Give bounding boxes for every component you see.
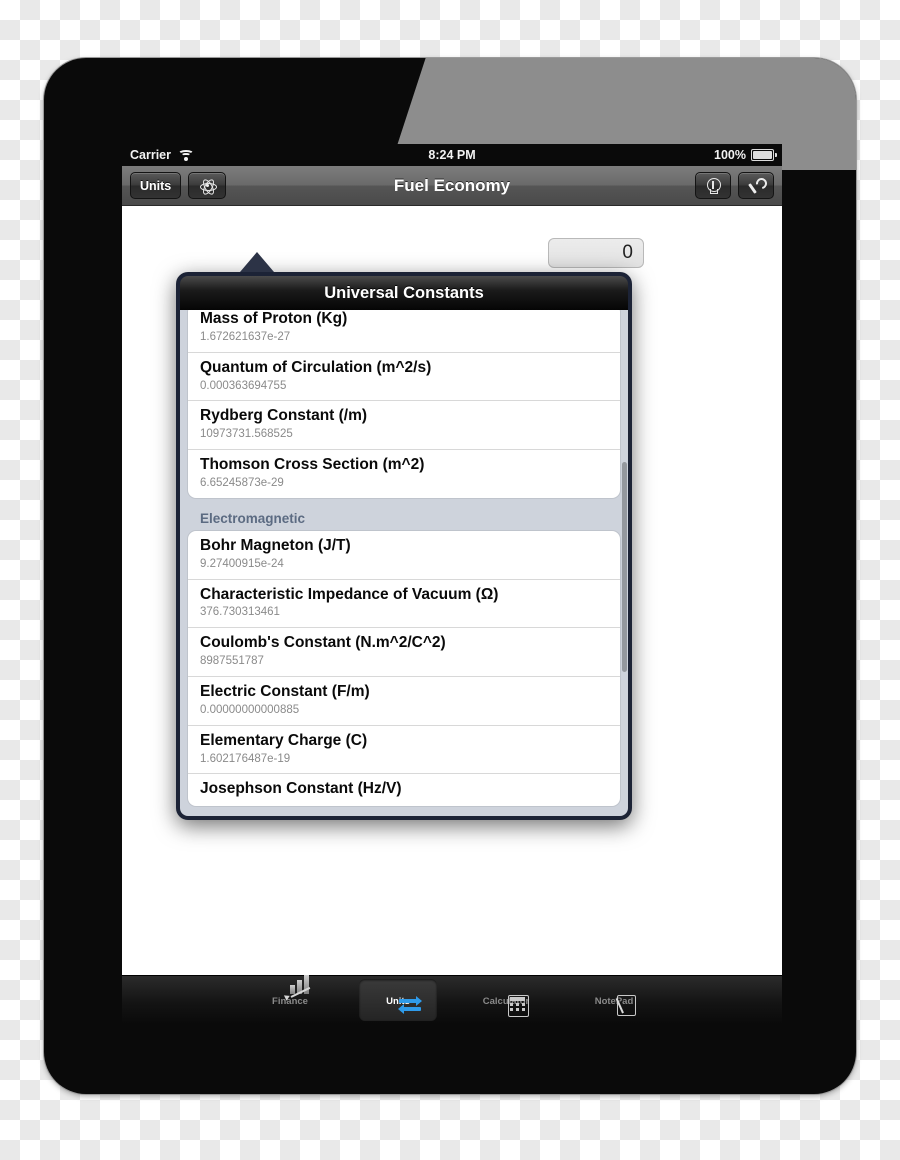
status-bar-right: 100%: [714, 148, 777, 162]
status-bar-clock: 8:24 PM: [428, 148, 476, 162]
constant-label: Characteristic Impedance of Vacuum (Ω): [200, 585, 499, 603]
constant-row[interactable]: Mass of Proton (Kg) 1.672621637e-27: [188, 310, 620, 353]
constant-label: Bohr Magneton (J/T): [200, 536, 351, 554]
value-input[interactable]: 0: [548, 238, 644, 268]
constant-value: 1.672621637e-27: [200, 330, 291, 343]
status-bar: Carrier 8:24 PM 100%: [122, 144, 782, 166]
scrollbar-track[interactable]: [621, 312, 628, 814]
constant-row[interactable]: Elementary Charge (C) 1.602176487e-19: [188, 726, 620, 775]
popover-title: Universal Constants: [324, 283, 484, 302]
constant-value: 376.730313461: [200, 606, 280, 619]
constant-row[interactable]: Electric Constant (F/m) 0.00000000000885: [188, 677, 620, 726]
constant-value: 8987551787: [200, 655, 264, 668]
constant-label: Thomson Cross Section (m^2): [200, 456, 425, 474]
constants-scroll-area[interactable]: Mass of Proton (Kg) 1.672621637e-27 Quantu…: [188, 310, 620, 816]
constant-value: 9.27400915e-24: [200, 557, 284, 570]
constant-row[interactable]: Bohr Magneton (J/T) 9.27400915e-24: [188, 531, 620, 580]
scrollbar-thumb[interactable]: [622, 462, 627, 672]
tab-notepad[interactable]: NotePad: [575, 979, 653, 1021]
constant-label: Rydberg Constant (/m): [200, 407, 368, 425]
popover-list[interactable]: Mass of Proton (Kg) 1.672621637e-27 Quantu…: [180, 310, 628, 816]
tab-calculator[interactable]: Calculator: [467, 979, 545, 1021]
constant-row[interactable]: Coulomb's Constant (N.m^2/C^2) 8987551787: [188, 628, 620, 677]
constant-row[interactable]: Josephson Constant (Hz/V): [188, 774, 620, 806]
ipad-device-frame: Carrier 8:24 PM 100% Units Fuel Economy: [44, 58, 856, 1094]
atom-icon: [198, 177, 217, 196]
toolbar-right-group: [688, 172, 774, 199]
constant-value: 6.65245873e-29: [200, 477, 284, 490]
tab-finance[interactable]: Finance: [251, 974, 329, 1021]
hints-button[interactable]: [695, 172, 731, 199]
popover-arrow: [240, 252, 274, 272]
constant-value: 1.602176487e-19: [200, 752, 291, 765]
ipad-screen: Carrier 8:24 PM 100% Units Fuel Economy: [122, 144, 782, 1024]
battery-icon: [751, 149, 777, 161]
nav-toolbar: Units Fuel Economy: [122, 166, 782, 206]
units-button[interactable]: Units: [130, 172, 182, 199]
constant-row[interactable]: Characteristic Impedance of Vacuum (Ω) 37…: [188, 580, 620, 629]
constant-row[interactable]: Rydberg Constant (/m) 10973731.568525: [188, 401, 620, 451]
universal-constants-popover: Universal Constants Mass of Proton (Kg) 1…: [176, 272, 632, 820]
units-button-label: Units: [140, 178, 172, 193]
constant-label: Quantum of Circulation (m^2/s): [200, 358, 432, 376]
constants-button[interactable]: [188, 172, 227, 199]
constant-value: 10973731.568525: [200, 428, 293, 441]
constant-value: 0.00000000000885: [200, 703, 300, 716]
constant-label: Coulomb's Constant (N.m^2/C^2): [200, 634, 446, 652]
constant-label: Mass of Proton (Kg): [200, 310, 348, 327]
settings-button[interactable]: [738, 172, 774, 199]
constant-label: Electric Constant (F/m): [200, 682, 370, 700]
popover-title-bar: Universal Constants: [180, 276, 628, 310]
section-header: Electromagnetic: [200, 510, 306, 526]
constant-label: Elementary Charge (C): [200, 731, 368, 749]
tab-bar: Finance Units Calculator NotePad: [122, 974, 782, 1024]
wrench-icon: [747, 175, 770, 195]
constants-group: Bohr Magneton (J/T) 9.27400915e-24 Charact…: [188, 530, 620, 807]
tab-units[interactable]: Units: [359, 979, 437, 1021]
constant-label: Josephson Constant (Hz/V): [200, 780, 402, 798]
constant-row[interactable]: Quantum of Circulation (m^2/s) 0.00036369…: [188, 353, 620, 402]
lightbulb-icon: [704, 177, 722, 195]
battery-percent-label: 100%: [714, 148, 746, 162]
constant-row[interactable]: Thomson Cross Section (m^2) 6.65245873e-2…: [188, 450, 620, 498]
constant-value: 0.000363694755: [200, 379, 287, 392]
constants-group: Mass of Proton (Kg) 1.672621637e-27 Quantu…: [188, 310, 620, 498]
